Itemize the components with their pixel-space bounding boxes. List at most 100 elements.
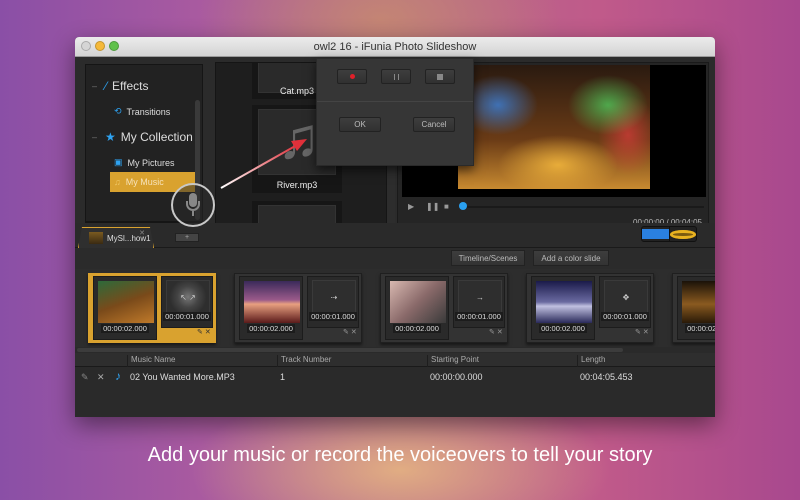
window-title: owl2 16 - iFunia Photo Slideshow <box>313 41 477 53</box>
timeline-group[interactable]: 00:00:02.000 ↖ ↗ 00:00:01.000 ✎ ✕ <box>88 273 216 343</box>
record-icon <box>349 74 355 79</box>
tree-item-label: My Music <box>125 177 164 187</box>
add-color-slide-button[interactable]: Add a color slide <box>533 250 609 266</box>
slide[interactable]: 00:00:02.000 <box>385 276 449 340</box>
tab-project[interactable]: MySl...how1 ✕ <box>78 227 154 248</box>
track-number: 1 <box>280 372 286 382</box>
stop-icon[interactable]: ■ <box>444 202 449 211</box>
transition-tools: ✎ ✕ <box>489 328 503 336</box>
disc-icon <box>669 229 696 239</box>
star-icon: ★ <box>105 130 116 144</box>
timeline-group[interactable]: 00:00:02.000 <box>672 273 715 343</box>
add-tab-button[interactable]: + <box>175 233 199 242</box>
transition[interactable]: ✥ 00:00:01.000 <box>599 276 651 328</box>
collapse-icon[interactable]: – <box>92 132 100 142</box>
delete-icon[interactable]: ✕ <box>97 372 105 383</box>
table-row[interactable]: ✎ ✕ ♪ 02 You Wanted More.MP3 1 00:00:00.… <box>75 369 715 384</box>
delete-icon[interactable]: ✕ <box>205 329 211 336</box>
player-controls: ▶ ❚❚ ■ <box>402 200 706 214</box>
slide[interactable]: 00:00:02.000 <box>93 276 157 340</box>
transition-tools: ✎ ✕ <box>197 328 211 336</box>
close-window-button[interactable] <box>81 41 91 51</box>
music-table: Music Name Track Number Starting Point L… <box>75 353 715 417</box>
transition-duration: 00:00:01.000 <box>455 312 503 321</box>
transition[interactable]: → 00:00:01.000 <box>453 276 505 328</box>
scrollbar-thumb[interactable] <box>77 348 623 352</box>
delete-icon[interactable]: ✕ <box>497 329 503 336</box>
timeline-toolbar: Timeline/Scenes Add a color slide <box>75 248 715 269</box>
transition-duration: 00:00:01.000 <box>309 312 357 321</box>
record-dialog: OK Cancel <box>316 58 474 166</box>
view-toggle <box>641 226 697 242</box>
table-header: Music Name Track Number Starting Point L… <box>75 353 715 367</box>
music-name: 02 You Wanted More.MP3 <box>130 372 235 382</box>
timeline-group[interactable]: 00:00:02.000 ⇢ 00:00:01.000 ✎ ✕ <box>234 273 362 343</box>
delete-icon[interactable]: ✕ <box>643 329 649 336</box>
slide[interactable]: 00:00:02.000 <box>239 276 303 340</box>
pause-icon[interactable]: ❚❚ <box>426 202 439 211</box>
edit-icon[interactable]: ✎ <box>81 372 89 383</box>
slide-duration: 00:00:02.000 <box>539 324 587 333</box>
progress-track[interactable] <box>464 206 704 208</box>
column-header[interactable]: Track Number <box>277 355 331 367</box>
transition[interactable]: ⇢ 00:00:01.000 <box>307 276 359 328</box>
transition[interactable]: ↖ ↗ 00:00:01.000 <box>161 276 213 328</box>
slide[interactable]: 00:00:02.000 <box>531 276 595 340</box>
slide-thumbnail <box>98 281 154 323</box>
stop-button[interactable] <box>425 69 455 84</box>
slide-duration: 00:00:02.000 <box>101 324 149 333</box>
column-header[interactable]: Starting Point <box>427 355 479 367</box>
edit-icon[interactable]: ✎ <box>635 329 641 336</box>
timeline-scenes-button[interactable]: Timeline/Scenes <box>451 250 525 266</box>
slide-duration: 00:00:02.000 <box>393 324 441 333</box>
pause-icon <box>393 73 399 80</box>
close-icon[interactable]: ✕ <box>139 229 145 237</box>
magic-wand-icon: ⁄ <box>105 79 108 93</box>
column-header[interactable]: Music Name <box>127 355 175 367</box>
record-button[interactable] <box>337 69 367 84</box>
tree-item-effects[interactable]: – ⁄ Effects <box>92 79 148 93</box>
slide-duration: 00:00:02.000 <box>247 324 295 333</box>
cancel-button[interactable]: Cancel <box>413 117 455 132</box>
film-icon <box>642 229 669 239</box>
disc-view-button[interactable] <box>668 227 696 241</box>
edit-icon[interactable]: ✎ <box>197 329 203 336</box>
tree-item-my-collection[interactable]: – ★ My Collection <box>92 130 193 144</box>
track-length: 00:04:05.453 <box>580 372 633 382</box>
tree-item-label: Effects <box>112 79 149 93</box>
music-item-label: River.mp3 <box>276 180 318 190</box>
tree-item-transitions[interactable]: ⟲ Transitions <box>114 106 170 117</box>
slide-duration: 00:00:02.000 <box>685 324 715 333</box>
progress-knob[interactable] <box>459 202 467 210</box>
slide-thumbnail <box>536 281 592 323</box>
divider <box>317 101 473 102</box>
music-note-icon: ♫ <box>114 177 121 187</box>
tab-thumbnail <box>89 232 103 244</box>
transition-duration: 00:00:01.000 <box>163 312 211 321</box>
timeline: 00:00:02.000 ↖ ↗ 00:00:01.000 ✎ ✕ 00:00:… <box>75 269 715 347</box>
collapse-icon[interactable]: – <box>92 81 100 91</box>
minimize-window-button[interactable] <box>95 41 105 51</box>
tree-item-my-pictures[interactable]: ▣ My Pictures <box>114 157 175 168</box>
transitions-icon: ⟲ <box>114 106 122 116</box>
storyboard-view-button[interactable] <box>642 227 669 241</box>
promo-caption: Add your music or record the voiceovers … <box>147 444 653 466</box>
slide-thumbnail <box>390 281 446 323</box>
column-header[interactable]: Length <box>577 355 605 367</box>
delete-icon[interactable]: ✕ <box>351 329 357 336</box>
transition-duration: 00:00:01.000 <box>601 312 649 321</box>
edit-icon[interactable]: ✎ <box>343 329 349 336</box>
maximize-window-button[interactable] <box>109 41 119 51</box>
timeline-group[interactable]: 00:00:02.000 ✥ 00:00:01.000 ✎ ✕ <box>526 273 654 343</box>
picture-icon: ▣ <box>114 157 123 167</box>
timeline-group[interactable]: 00:00:02.000 → 00:00:01.000 ✎ ✕ <box>380 273 508 343</box>
microphone-base <box>192 211 194 216</box>
play-icon[interactable]: ▶ <box>408 202 414 211</box>
stop-icon <box>437 73 443 80</box>
slide[interactable]: 00:00:02.000 <box>677 276 715 340</box>
microphone-stand <box>186 201 200 211</box>
pause-button[interactable] <box>381 69 411 84</box>
record-voiceover-button[interactable] <box>171 183 215 227</box>
ok-button[interactable]: OK <box>339 117 381 132</box>
edit-icon[interactable]: ✎ <box>489 329 495 336</box>
